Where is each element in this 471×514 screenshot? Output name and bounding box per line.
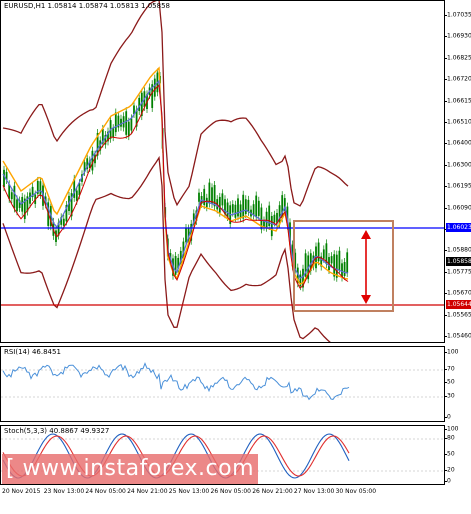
price-label-blue: 1.06023 xyxy=(446,222,471,232)
time-axis-label: 24 Nov 21:00 xyxy=(127,488,168,495)
rsi-axis-label: 0 xyxy=(447,413,451,421)
time-axis-label: 27 Nov 13:00 xyxy=(293,488,335,495)
candle-body xyxy=(226,202,229,218)
candle-body xyxy=(16,199,18,212)
rsi-line xyxy=(2,362,350,401)
candle-body xyxy=(125,111,128,135)
stochastic-axis-label: 0 xyxy=(447,477,451,485)
stochastic-axis-label: 20 xyxy=(447,466,455,474)
candle-body xyxy=(120,118,122,127)
price-axis-label: 1.05880 xyxy=(447,246,471,254)
rsi-canvas xyxy=(1,362,444,401)
candle-body xyxy=(330,256,333,264)
price-axis: 1.07035 1.06930 1.06825 1.06720 1.06615 1.065… xyxy=(445,0,471,343)
candle-body xyxy=(39,181,42,195)
price-axis-label: 1.06825 xyxy=(447,54,471,62)
price-label-current: 1.05858 xyxy=(446,256,471,266)
time-axis: 20 Nov 2015 23 Nov 13:00 24 Nov 05:00 24 No… xyxy=(0,485,471,500)
candle-body xyxy=(112,128,115,138)
rsi-axis-label: 30 xyxy=(447,392,455,400)
candle-body xyxy=(317,242,320,262)
watermark-logo: [ www.instaforex.com ] xyxy=(2,454,258,511)
candle-body xyxy=(343,262,346,277)
rsi-axis-label: 100 xyxy=(447,348,459,356)
chart-title: EURUSD,H1 1.05814 1.05874 1.05813 1.0585… xyxy=(4,2,170,10)
price-axis-label: 1.07035 xyxy=(447,11,471,19)
price-axis-label: 1.06720 xyxy=(447,75,471,83)
price-axis-label: 1.05775 xyxy=(447,268,471,276)
candle-body xyxy=(244,199,247,215)
stochastic-axis: 100 80 50 20 0 xyxy=(445,425,471,485)
price-axis-label: 1.06400 xyxy=(447,139,471,147)
candle-body xyxy=(218,196,221,213)
range-arrow-head-down xyxy=(361,295,371,304)
candle-body xyxy=(185,228,187,243)
time-axis-label: 23 Nov 13:00 xyxy=(43,488,85,495)
rsi-axis-label: 70 xyxy=(447,365,455,373)
rsi-axis-label: 50 xyxy=(447,378,455,386)
rsi-axis: 100 70 50 30 0 xyxy=(445,346,471,422)
candle-body xyxy=(13,185,16,209)
price-axis-label: 1.06090 xyxy=(447,204,471,212)
candle-body xyxy=(346,252,349,274)
candle-body xyxy=(247,199,250,212)
candle-body xyxy=(257,200,260,216)
candle-body xyxy=(322,249,325,259)
price-axis-label: 1.06510 xyxy=(447,118,471,126)
candles xyxy=(3,68,349,292)
price-axis-label: 1.06300 xyxy=(447,161,471,169)
candle-body xyxy=(242,194,245,219)
time-axis-label: 24 Nov 05:00 xyxy=(85,488,126,495)
candle-body xyxy=(75,190,78,201)
candle-body xyxy=(270,215,273,237)
stochastic-title: Stoch(5,3,3) 40.8867 49.9327 xyxy=(4,427,110,435)
time-axis-label: 25 Nov 13:00 xyxy=(168,488,210,495)
candle-body xyxy=(127,121,130,137)
price-axis-label: 1.05460 xyxy=(447,332,471,340)
candle-body xyxy=(231,204,234,213)
bollinger-upper xyxy=(2,1,349,207)
stochastic-axis-label: 50 xyxy=(447,450,455,458)
candle-body xyxy=(221,193,224,206)
price-chart-pane[interactable]: EURUSD,H1 1.05814 1.05874 1.05813 1.0585… xyxy=(0,0,445,343)
price-axis-label: 1.05565 xyxy=(447,311,471,319)
range-arrow-head-up xyxy=(361,230,371,239)
price-chart-canvas[interactable] xyxy=(1,1,445,343)
price-axis-label: 1.06615 xyxy=(447,97,471,105)
time-axis-label: 30 Nov 05:00 xyxy=(335,488,377,495)
candle-body xyxy=(273,214,276,223)
rsi-title: RSI(14) 46.8451 xyxy=(4,348,61,356)
candle-body xyxy=(234,204,237,218)
candle-body xyxy=(255,195,258,218)
time-axis-label: 20 Nov 2015 xyxy=(2,488,41,495)
candle-body xyxy=(130,118,133,131)
rsi-pane[interactable]: RSI(14) 46.8451 xyxy=(0,346,445,422)
price-label-red: 1.05644 xyxy=(446,299,471,309)
candle-body xyxy=(3,169,5,188)
price-axis-label: 1.06930 xyxy=(447,32,471,40)
time-axis-label: 26 Nov 21:00 xyxy=(252,488,293,495)
candle-body xyxy=(198,192,200,202)
stochastic-axis-label: 100 xyxy=(447,425,459,433)
time-axis-label: 26 Nov 05:00 xyxy=(210,488,251,495)
candle-body xyxy=(114,112,117,133)
candle-body xyxy=(153,78,156,97)
candle-body xyxy=(203,188,206,206)
candle-body xyxy=(138,97,141,111)
candle-body xyxy=(10,192,13,200)
candle-body xyxy=(62,218,65,226)
bollinger-lower xyxy=(2,155,332,342)
price-axis-label: 1.05670 xyxy=(447,289,471,297)
candle-body xyxy=(208,182,211,204)
candle-body xyxy=(237,198,239,217)
moving-average-orange xyxy=(2,66,349,286)
candle-body xyxy=(252,204,255,216)
moving-average-blue xyxy=(2,79,349,279)
price-axis-label: 1.06195 xyxy=(447,182,471,190)
candle-body xyxy=(338,250,341,270)
candle-body xyxy=(333,254,336,277)
stochastic-axis-label: 80 xyxy=(447,434,455,442)
